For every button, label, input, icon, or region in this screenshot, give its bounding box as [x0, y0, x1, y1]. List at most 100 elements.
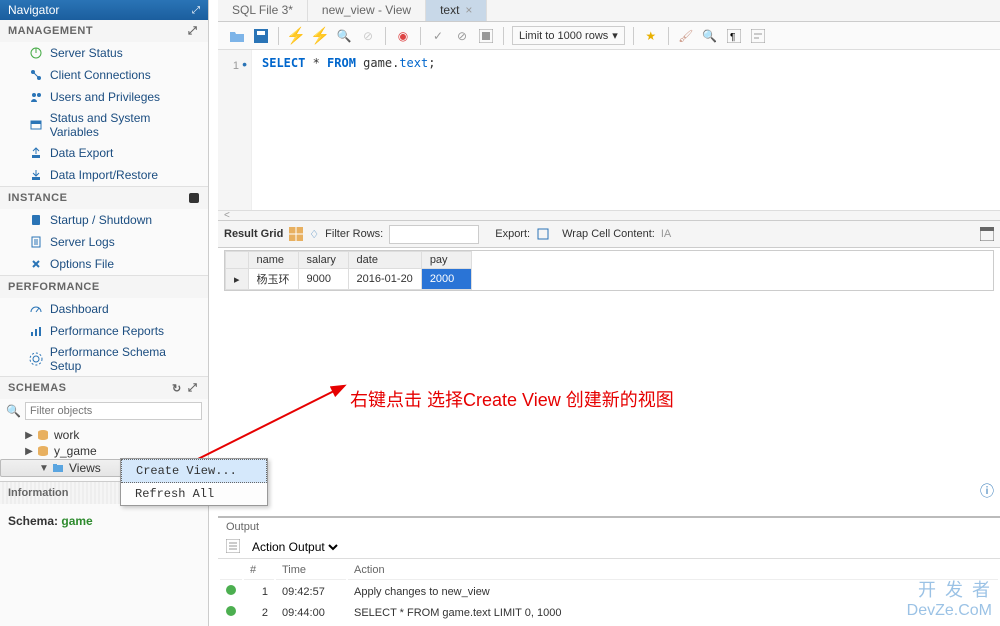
output-selector-row: Action Output: [218, 536, 1000, 558]
nav-item[interactable]: Server Status: [0, 42, 208, 64]
nav-item-label: Data Import/Restore: [50, 168, 158, 182]
column-header[interactable]: salary: [298, 252, 348, 269]
favorites-icon[interactable]: ★: [642, 27, 660, 45]
tree-arrow-icon[interactable]: ▶: [24, 430, 34, 441]
commit-icon[interactable]: ◉: [394, 27, 412, 45]
filter-rows-input[interactable]: [389, 225, 479, 244]
nav-item-label: Startup / Shutdown: [50, 213, 152, 227]
status-ok-icon: [226, 606, 236, 616]
tab-label: SQL File 3*: [232, 3, 293, 17]
column-header[interactable]: date: [348, 252, 421, 269]
wrap-cell-icon[interactable]: IA: [661, 228, 671, 240]
dashboard-icon: [28, 301, 44, 317]
expand-icon[interactable]: ⤢: [188, 382, 200, 394]
explain-icon[interactable]: 🔍: [335, 27, 353, 45]
import-icon: [28, 167, 44, 183]
context-menu-item[interactable]: Refresh All: [121, 483, 267, 505]
nav-item-label: Server Status: [50, 46, 123, 60]
nav-item[interactable]: Performance Reports: [0, 320, 208, 342]
rollback-icon[interactable]: ⊘: [453, 27, 471, 45]
autocommit-icon[interactable]: ✓: [429, 27, 447, 45]
output-column: Time: [276, 561, 346, 580]
nav-item[interactable]: Client Connections: [0, 64, 208, 86]
nav-item[interactable]: Server Logs: [0, 231, 208, 253]
nav-item[interactable]: Startup / Shutdown: [0, 209, 208, 231]
output-row[interactable]: 109:42:57Apply changes to new_view: [220, 582, 998, 601]
column-header[interactable]: name: [248, 252, 298, 269]
close-icon[interactable]: ×: [465, 3, 472, 17]
nav-item-label: Performance Reports: [50, 324, 164, 338]
logs-icon: [28, 234, 44, 250]
cell[interactable]: 2000: [421, 269, 471, 290]
instance-header: INSTANCE: [0, 187, 208, 209]
editor-tabs: SQL File 3* new_view - View text×: [218, 0, 1000, 22]
grid-view-icon[interactable]: [289, 227, 303, 241]
export-icon[interactable]: [536, 227, 550, 241]
tree-arrow-icon[interactable]: ▶: [24, 446, 34, 457]
editor-tab[interactable]: SQL File 3*: [218, 0, 308, 21]
sql-editor[interactable]: 1 • SELECT * FROM game.text;: [218, 50, 1000, 210]
output-selector[interactable]: Action Output: [248, 539, 341, 555]
db-icon: [36, 428, 50, 442]
nav-item[interactable]: Data Import/Restore: [0, 164, 208, 186]
open-icon[interactable]: [228, 27, 246, 45]
collapse-icon[interactable]: ⤢: [192, 5, 200, 16]
nav-item[interactable]: Dashboard: [0, 298, 208, 320]
startup-icon: [28, 212, 44, 228]
table-row[interactable]: ▸杨玉环90002016-01-202000: [226, 269, 472, 290]
nav-item[interactable]: Performance Schema Setup: [0, 342, 208, 376]
execute-icon[interactable]: ⚡: [287, 27, 305, 45]
result-grid-label: Result Grid: [224, 228, 283, 240]
annotation-text: 右键点击 选择Create View 创建新的视图: [350, 386, 674, 412]
nav-item-label: Data Export: [50, 146, 113, 160]
execute-cursor-icon[interactable]: ⚡: [311, 27, 329, 45]
output-list-icon[interactable]: [226, 539, 242, 555]
options-icon: [28, 256, 44, 272]
nav-item-label: Dashboard: [50, 302, 109, 316]
refresh-icon[interactable]: ↻: [172, 382, 184, 394]
performance-section: PERFORMANCE DashboardPerformance Reports…: [0, 276, 208, 377]
navigator-panel: Navigator ⤢ MANAGEMENT ⤢ Server StatusCl…: [0, 0, 209, 626]
nav-item[interactable]: Data Export: [0, 142, 208, 164]
tree-label: work: [54, 428, 79, 442]
beautify-icon[interactable]: 🖌: [677, 27, 695, 45]
tab-label: new_view - View: [322, 3, 411, 17]
find-icon[interactable]: 🔍: [701, 27, 719, 45]
editor-tab[interactable]: new_view - View: [308, 0, 426, 21]
filter-icon[interactable]: ♢: [309, 228, 319, 241]
limit-select[interactable]: Limit to 1000 rows ▾: [512, 26, 625, 45]
nav-item[interactable]: Status and System Variables: [0, 108, 208, 142]
cell[interactable]: 9000: [298, 269, 348, 290]
context-menu-item[interactable]: Create View...: [121, 459, 267, 483]
invisible-icon[interactable]: ¶: [725, 27, 743, 45]
tree-row[interactable]: ▶ work: [0, 427, 208, 443]
power-icon: [28, 45, 44, 61]
toggle-icon[interactable]: [477, 27, 495, 45]
panel-toggle-icon[interactable]: [980, 227, 994, 241]
stop-icon[interactable]: ⊘: [359, 27, 377, 45]
filter-rows-label: Filter Rows:: [325, 228, 383, 240]
editor-code[interactable]: SELECT * FROM game.text;: [252, 50, 445, 210]
nav-item[interactable]: Users and Privileges: [0, 86, 208, 108]
db-icon: [36, 444, 50, 458]
filter-input[interactable]: [25, 402, 202, 420]
output-row[interactable]: 209:44:00SELECT * FROM game.text LIMIT 0…: [220, 603, 998, 622]
editor-tab[interactable]: text×: [426, 0, 487, 21]
expand-icon[interactable]: ⤢: [188, 25, 200, 37]
cell[interactable]: 杨玉环: [248, 269, 298, 290]
wrap-icon[interactable]: [749, 27, 767, 45]
schemas-filter: 🔍: [0, 399, 208, 423]
nav-item[interactable]: Options File: [0, 253, 208, 275]
cell[interactable]: 2016-01-20: [348, 269, 421, 290]
result-grid[interactable]: namesalarydatepay▸杨玉环90002016-01-202000: [224, 250, 994, 291]
save-icon[interactable]: [252, 27, 270, 45]
wrap-cell-label: Wrap Cell Content:: [562, 228, 655, 240]
navigator-header: Navigator ⤢: [0, 0, 208, 20]
tree-arrow-icon[interactable]: ▼: [39, 463, 49, 474]
info-icon[interactable]: ⓘ: [980, 481, 994, 501]
users-icon: [28, 89, 44, 105]
column-header[interactable]: pay: [421, 252, 471, 269]
status-ok-icon: [226, 585, 236, 595]
status-icon: [28, 117, 44, 133]
tree-row[interactable]: ▶y_game: [0, 443, 208, 459]
